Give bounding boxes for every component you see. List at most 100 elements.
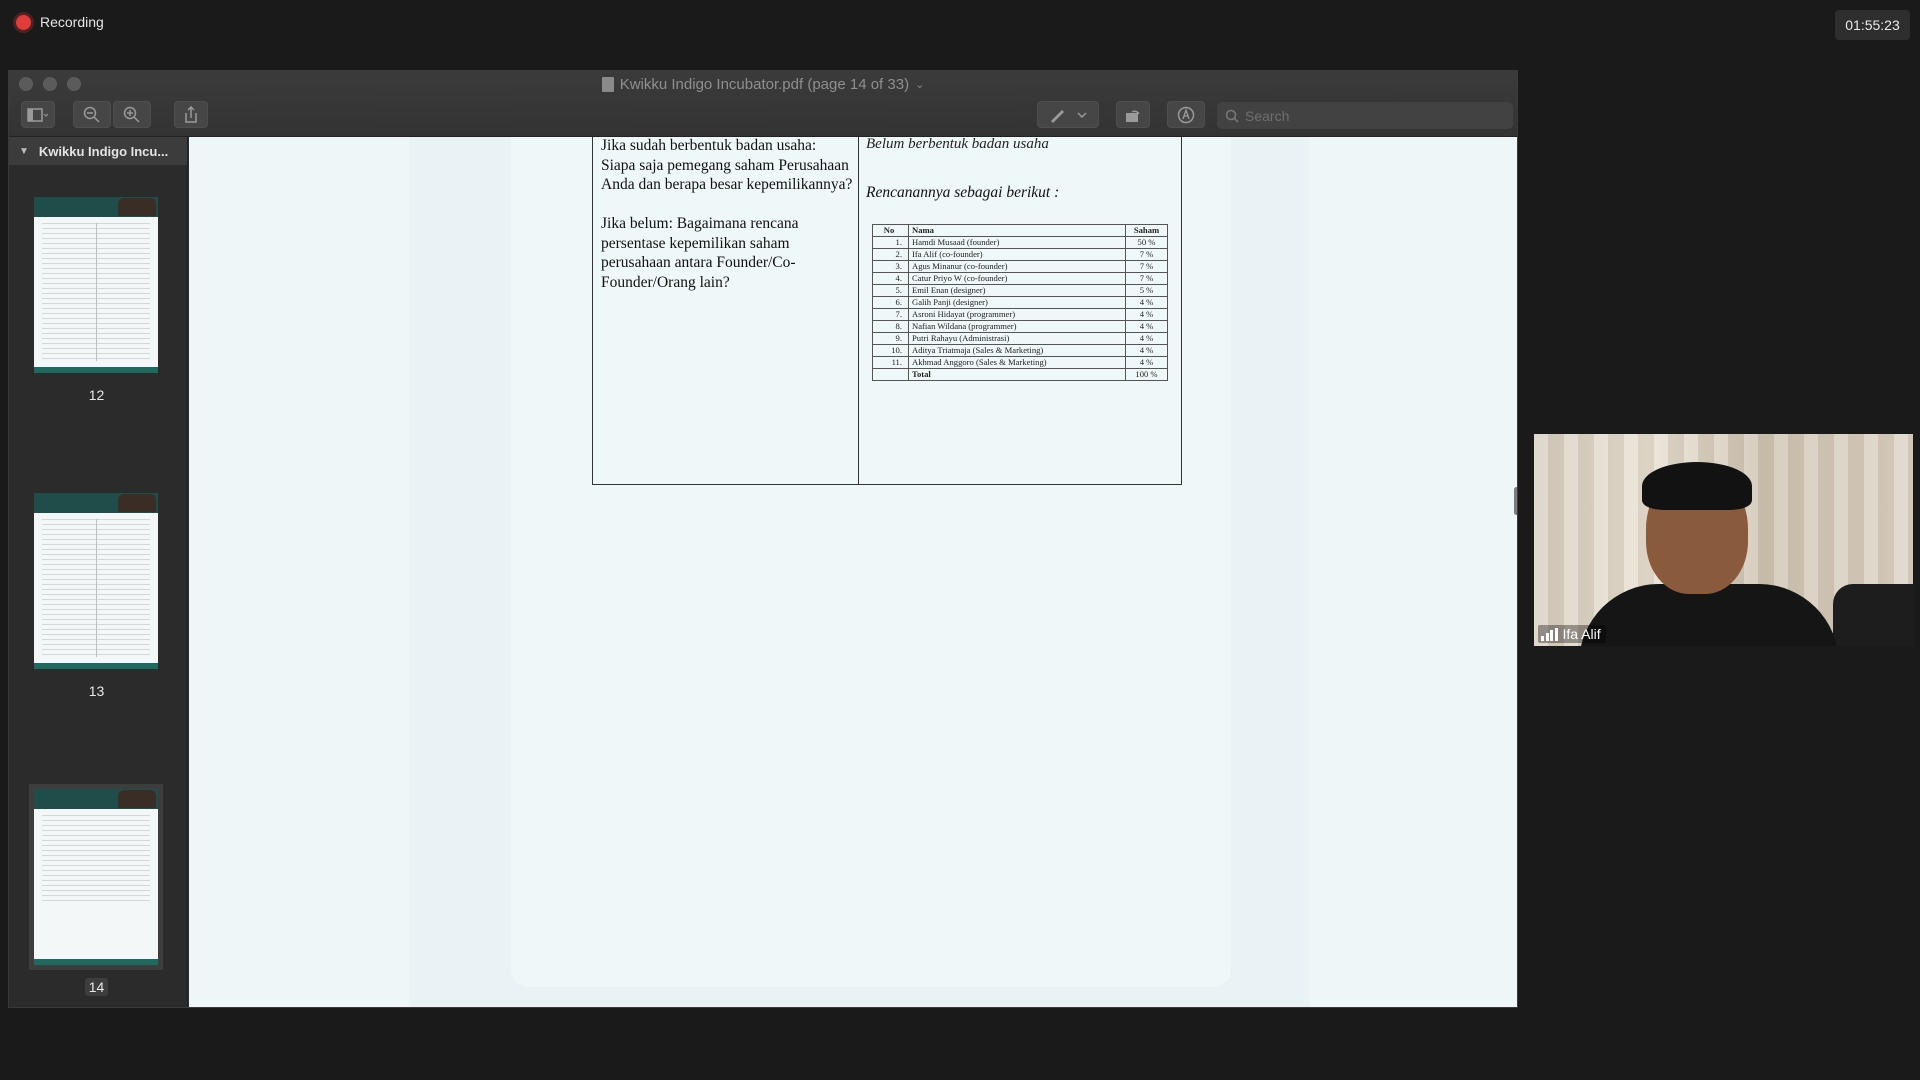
markup-button[interactable] [1037, 101, 1099, 128]
shareholder-name: Nafian Wildana (programmer) [908, 320, 1126, 333]
share-percent: 4 % [1125, 320, 1168, 333]
table-row: 2. Ifa Alif (co-founder) 7 % [872, 248, 1168, 261]
document-page-area[interactable]: Jika sudah berbentuk badan usaha: Siapa … [189, 137, 1517, 1007]
zoom-in-button[interactable] [113, 101, 151, 128]
row-number-empty [872, 368, 909, 381]
column-header-no: No [872, 224, 909, 237]
row-number: 11. [872, 356, 909, 369]
row-number: 10. [872, 344, 909, 357]
search-field[interactable]: Search [1217, 102, 1513, 129]
table-row: 5. Emil Enan (designer) 5 % [872, 284, 1168, 297]
row-number: 6. [872, 296, 909, 309]
row-number: 7. [872, 308, 909, 321]
pen-icon [1051, 109, 1087, 123]
participant-hair [1642, 462, 1752, 510]
shareholder-name: Akhmad Anggoro (Sales & Marketing) [908, 356, 1126, 369]
share-percent: 7 % [1125, 248, 1168, 261]
table-row: 6. Galih Panji (designer) 4 % [872, 296, 1168, 309]
page-number-label: 14 [84, 978, 109, 996]
markup-circle-icon [1177, 106, 1195, 123]
search-icon [1225, 109, 1239, 123]
row-number: 8. [872, 320, 909, 333]
answer-1: Belum berbentuk badan usaha [866, 137, 1049, 152]
vertical-scrollbar[interactable] [1514, 487, 1517, 515]
sidebar-document-header[interactable]: ▼ Kwikku Indigo Incu... [9, 137, 187, 165]
share-percent: 4 % [1125, 356, 1168, 369]
row-number: 3. [872, 260, 909, 273]
row-number: 2. [872, 248, 909, 261]
meeting-timer: 01:55:23 [1835, 10, 1910, 40]
rotate-icon [1126, 110, 1140, 122]
row-number: 1. [872, 236, 909, 249]
table-row: 8. Nafian Wildana (programmer) 4 % [872, 320, 1168, 333]
shareholder-name: Ifa Alif (co-founder) [908, 248, 1126, 261]
share-percent: 5 % [1125, 284, 1168, 297]
zoom-in-icon [123, 106, 140, 123]
search-placeholder: Search [1245, 107, 1290, 124]
pdf-viewer-window: Kwikku Indigo Incubator.pdf (page 14 of … [8, 70, 1518, 1008]
zoom-out-button[interactable] [73, 101, 111, 128]
share-percent: 7 % [1125, 272, 1168, 285]
thumbnail-sidebar: ▼ Kwikku Indigo Incu... 12 13 14 [9, 137, 188, 1007]
page-thumbnail[interactable]: 12 [34, 197, 159, 403]
shareholder-name: Agus Minanur (co-founder) [908, 260, 1126, 273]
page-thumbnail-selected[interactable]: 14 [29, 784, 163, 996]
question-1: Jika sudah berbentuk badan usaha: Siapa … [601, 137, 853, 193]
row-number: 5. [872, 284, 909, 297]
zoom-out-icon [83, 106, 100, 123]
shareholder-name: Hamdi Musaad (founder) [908, 236, 1126, 249]
form-table: Jika sudah berbentuk badan usaha: Siapa … [592, 137, 1182, 485]
table-row: 10. Aditya Triatmaja (Sales & Marketing) 4… [872, 344, 1168, 357]
table-row: 9. Putri Rahayu (Administrasi) 4 % [872, 332, 1168, 345]
shareholder-table: No Nama Saham 1. Hamdi Musaad (founder) 50… [872, 224, 1168, 381]
share-percent: 7 % [1125, 260, 1168, 273]
share-percent: 4 % [1125, 308, 1168, 321]
sidebar-document-title: Kwikku Indigo Incu... [38, 143, 169, 159]
recording-indicator[interactable]: Recording [16, 14, 104, 30]
page-thumbnail-image [34, 197, 158, 373]
share-button[interactable] [174, 101, 208, 128]
page-thumbnail-image [34, 493, 158, 669]
question-2: Jika belum: Bagaimana rencana persentase… [601, 215, 799, 291]
shareholder-name: Aditya Triatmaja (Sales & Marketing) [908, 344, 1126, 357]
page-number: 12 [88, 387, 105, 403]
page-thumbnail[interactable]: 13 [34, 493, 159, 699]
window-title-text: Kwikku Indigo Incubator.pdf (page 14 of … [619, 76, 910, 93]
column-header-shares: Saham [1125, 224, 1168, 237]
row-number: 9. [872, 332, 909, 345]
shareholder-name: Putri Rahayu (Administrasi) [908, 332, 1126, 345]
table-row: 11. Akhmad Anggoro (Sales & Marketing) 4 % [872, 356, 1168, 369]
chevron-down-icon: ⌄ [915, 79, 925, 91]
chair [1833, 584, 1913, 646]
sidebar-icon [27, 107, 49, 122]
participant-name-label: Ifa Alif [1538, 625, 1606, 643]
page-thumbnail-image [29, 784, 163, 970]
table-row: 1. Hamdi Musaad (founder) 50 % [872, 236, 1168, 249]
answer-2: Rencanannya sebagai berikut : [866, 184, 1060, 201]
table-total-row: Total 100 % [872, 368, 1168, 381]
question-cell: Jika sudah berbentuk badan usaha: Siapa … [601, 137, 853, 312]
table-row: 7. Asroni Hidayat (programmer) 4 % [872, 308, 1168, 321]
meeting-top-bar: Recording 01:55:23 [0, 0, 1920, 48]
table-row: 4. Catur Priyo W (co-founder) 7 % [872, 272, 1168, 285]
shareholder-name: Emil Enan (designer) [908, 284, 1126, 297]
table-row: 3. Agus Minanur (co-founder) 7 % [872, 260, 1168, 273]
participant-name: Ifa Alif [1562, 626, 1601, 642]
shareholder-name: Galih Panji (designer) [908, 296, 1126, 309]
participant-video-tile[interactable]: Ifa Alif [1534, 434, 1913, 646]
disclosure-triangle-icon[interactable]: ▼ [19, 146, 29, 157]
record-icon [16, 14, 31, 30]
annotate-button[interactable] [1167, 101, 1205, 128]
row-number: 4. [872, 272, 909, 285]
rotate-button[interactable] [1116, 101, 1150, 128]
page-number: 13 [88, 683, 105, 699]
total-label: Total [908, 368, 1126, 381]
window-title[interactable]: Kwikku Indigo Incubator.pdf (page 14 of … [9, 76, 1517, 93]
total-value: 100 % [1125, 368, 1168, 381]
sidebar-toggle-button[interactable] [21, 101, 55, 128]
share-icon [185, 105, 197, 123]
recording-label: Recording [40, 14, 104, 30]
share-percent: 4 % [1125, 332, 1168, 345]
page-number: 14 [34, 978, 159, 996]
column-header-name: Nama [908, 224, 1126, 237]
